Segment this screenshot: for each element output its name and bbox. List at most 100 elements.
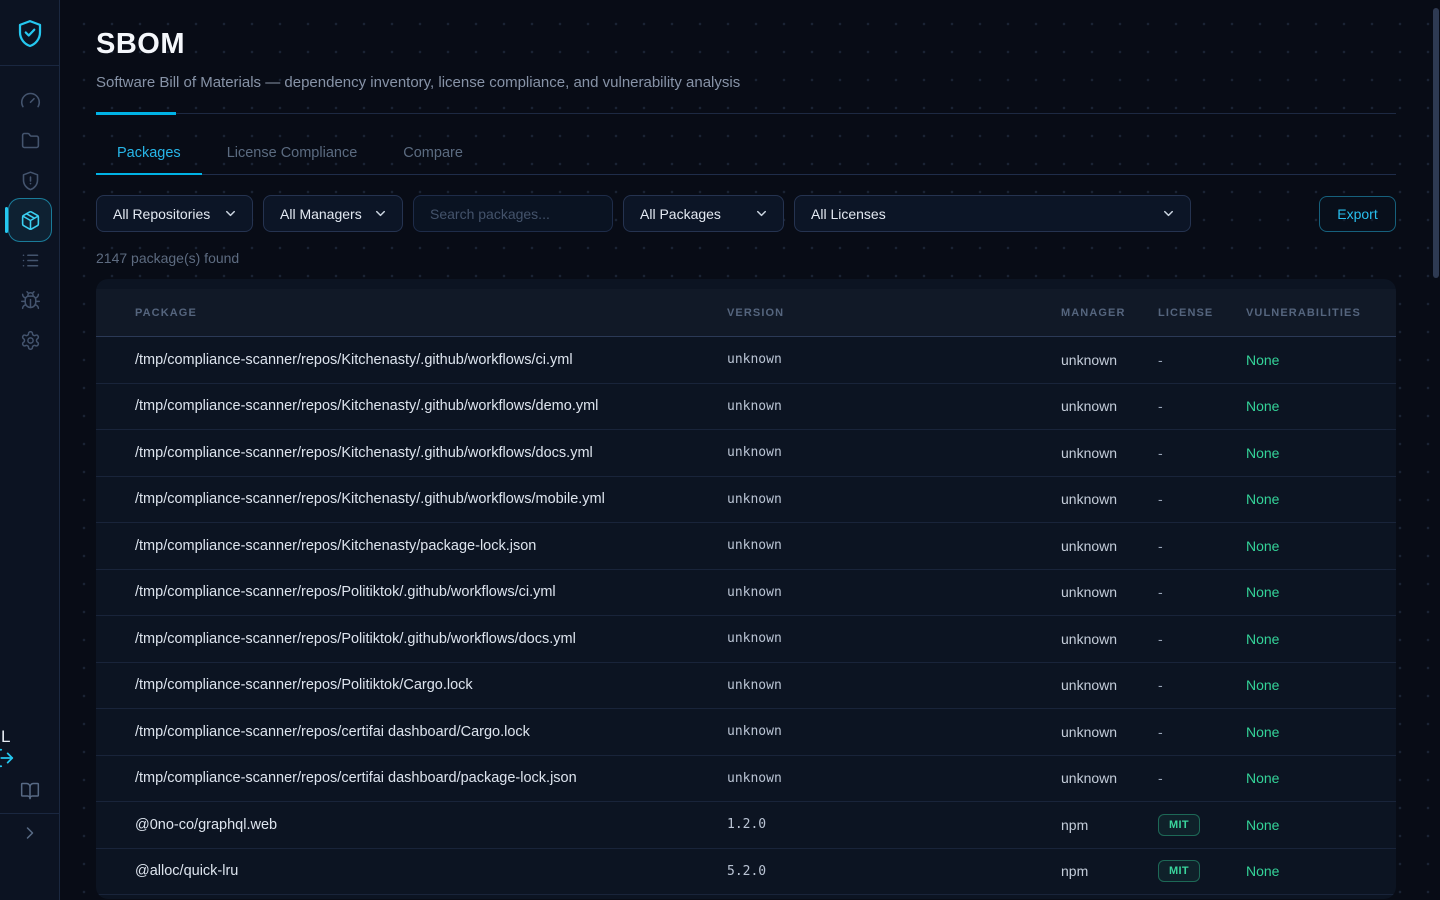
table-row[interactable]: /tmp/compliance-scanner/repos/Kitchenast… bbox=[96, 337, 1396, 384]
package-name: /tmp/compliance-scanner/repos/certifai d… bbox=[135, 770, 727, 786]
chevron-down-icon bbox=[223, 206, 238, 221]
licenses-select[interactable]: All Licenses bbox=[794, 195, 1191, 232]
sidebar-item-repositories[interactable] bbox=[0, 120, 60, 160]
vulnerability-status: None bbox=[1246, 631, 1372, 647]
vertical-scrollbar[interactable] bbox=[1433, 8, 1439, 278]
package-license: - bbox=[1158, 724, 1246, 740]
vulnerability-status: None bbox=[1246, 817, 1372, 833]
package-version: unknown bbox=[727, 585, 1061, 600]
repositories-select[interactable]: All Repositories bbox=[96, 195, 253, 232]
package-license: - bbox=[1158, 538, 1246, 554]
sidebar-item-dashboard[interactable] bbox=[0, 80, 60, 120]
table-row[interactable]: @0no-co/graphql.web 1.2.0 npm MIT None bbox=[96, 802, 1396, 849]
chevron-down-icon bbox=[754, 206, 769, 221]
chevron-down-icon bbox=[373, 206, 388, 221]
package-icon bbox=[20, 210, 41, 231]
bug-icon bbox=[20, 290, 41, 311]
table-header-row: Package Version Manager License Vulnerab… bbox=[96, 289, 1396, 337]
package-license: MIT bbox=[1158, 814, 1246, 836]
filter-bar: All Repositories All Managers All Packag… bbox=[96, 195, 1396, 232]
table-row[interactable]: /tmp/compliance-scanner/repos/Kitchenast… bbox=[96, 430, 1396, 477]
column-header-package: Package bbox=[135, 307, 727, 319]
sidebar-item-sbom[interactable] bbox=[0, 200, 60, 240]
table-row[interactable]: /tmp/compliance-scanner/repos/Politiktok… bbox=[96, 570, 1396, 617]
package-name: /tmp/compliance-scanner/repos/Kitchenast… bbox=[135, 445, 727, 461]
column-header-version: Version bbox=[727, 307, 1061, 319]
package-license: - bbox=[1158, 770, 1246, 786]
package-version: unknown bbox=[727, 399, 1061, 414]
table-row[interactable]: /tmp/compliance-scanner/repos/certifai d… bbox=[96, 756, 1396, 803]
search-input[interactable] bbox=[413, 195, 613, 232]
page-title: SBOM bbox=[96, 28, 1396, 61]
package-version: unknown bbox=[727, 678, 1061, 693]
vulnerability-status: None bbox=[1246, 863, 1372, 879]
package-manager: unknown bbox=[1061, 538, 1158, 554]
packages-select[interactable]: All Packages bbox=[623, 195, 784, 232]
sidebar-item-issues[interactable] bbox=[0, 280, 60, 320]
table-row[interactable]: /tmp/compliance-scanner/repos/Politiktok… bbox=[96, 616, 1396, 663]
app-logo[interactable] bbox=[0, 0, 59, 66]
sidebar-divider bbox=[0, 813, 60, 814]
sidebar: L bbox=[0, 0, 60, 900]
vulnerability-status: None bbox=[1246, 538, 1372, 554]
package-manager: unknown bbox=[1061, 445, 1158, 461]
header-rule bbox=[96, 112, 1396, 115]
tab-license-compliance[interactable]: License Compliance bbox=[206, 135, 379, 174]
tab-packages[interactable]: Packages bbox=[96, 135, 202, 174]
table-body: /tmp/compliance-scanner/repos/Kitchenast… bbox=[96, 337, 1396, 895]
licenses-select-value: All Licenses bbox=[811, 206, 1151, 222]
package-version: unknown bbox=[727, 445, 1061, 460]
table-row[interactable]: /tmp/compliance-scanner/repos/Politiktok… bbox=[96, 663, 1396, 710]
repositories-select-value: All Repositories bbox=[113, 206, 213, 222]
logout-icon[interactable] bbox=[0, 747, 15, 769]
chevron-right-icon bbox=[20, 823, 40, 843]
package-license: - bbox=[1158, 631, 1246, 647]
table-row[interactable]: /tmp/compliance-scanner/repos/Kitchenast… bbox=[96, 523, 1396, 570]
package-version: unknown bbox=[727, 724, 1061, 739]
package-manager: npm bbox=[1061, 817, 1158, 833]
package-name: /tmp/compliance-scanner/repos/certifai d… bbox=[135, 724, 727, 740]
sidebar-item-settings[interactable] bbox=[0, 320, 60, 360]
chevron-down-icon bbox=[1161, 206, 1176, 221]
package-manager: unknown bbox=[1061, 677, 1158, 693]
table-row[interactable]: /tmp/compliance-scanner/repos/certifai d… bbox=[96, 709, 1396, 756]
package-version: unknown bbox=[727, 492, 1061, 507]
package-name: /tmp/compliance-scanner/repos/Politiktok… bbox=[135, 677, 727, 693]
book-open-icon bbox=[20, 781, 40, 801]
package-license: MIT bbox=[1158, 860, 1246, 882]
package-license: - bbox=[1158, 677, 1246, 693]
sidebar-overflow-label: L bbox=[1, 727, 10, 747]
package-manager: unknown bbox=[1061, 352, 1158, 368]
package-manager: npm bbox=[1061, 863, 1158, 879]
vulnerability-status: None bbox=[1246, 584, 1372, 600]
table-row[interactable]: /tmp/compliance-scanner/repos/Kitchenast… bbox=[96, 477, 1396, 524]
package-name: /tmp/compliance-scanner/repos/Politiktok… bbox=[135, 584, 727, 600]
package-manager: unknown bbox=[1061, 631, 1158, 647]
package-manager: unknown bbox=[1061, 398, 1158, 414]
table-row[interactable]: @alloc/quick-lru 5.2.0 npm MIT None bbox=[96, 849, 1396, 896]
package-manager: unknown bbox=[1061, 724, 1158, 740]
vulnerability-status: None bbox=[1246, 491, 1372, 507]
package-manager: unknown bbox=[1061, 491, 1158, 507]
package-name: /tmp/compliance-scanner/repos/Kitchenast… bbox=[135, 491, 727, 507]
column-header-license: License bbox=[1158, 307, 1246, 319]
vulnerability-status: None bbox=[1246, 398, 1372, 414]
package-version: 5.2.0 bbox=[727, 864, 1061, 879]
sidebar-item-docs[interactable] bbox=[0, 771, 60, 811]
sidebar-item-compliance[interactable] bbox=[0, 160, 60, 200]
vulnerability-status: None bbox=[1246, 724, 1372, 740]
sidebar-item-policies[interactable] bbox=[0, 240, 60, 280]
package-manager: unknown bbox=[1061, 584, 1158, 600]
gauge-icon bbox=[20, 90, 41, 111]
column-header-manager: Manager bbox=[1061, 307, 1158, 319]
license-badge: MIT bbox=[1158, 814, 1200, 836]
sidebar-collapse-button[interactable] bbox=[0, 818, 60, 848]
sidebar-bottom: L bbox=[0, 771, 60, 900]
table-row[interactable]: /tmp/compliance-scanner/repos/Kitchenast… bbox=[96, 384, 1396, 431]
export-button[interactable]: Export bbox=[1319, 196, 1396, 232]
managers-select[interactable]: All Managers bbox=[263, 195, 403, 232]
tab-compare[interactable]: Compare bbox=[382, 135, 484, 174]
folder-icon bbox=[20, 130, 41, 151]
package-license: - bbox=[1158, 584, 1246, 600]
license-badge: MIT bbox=[1158, 860, 1200, 882]
